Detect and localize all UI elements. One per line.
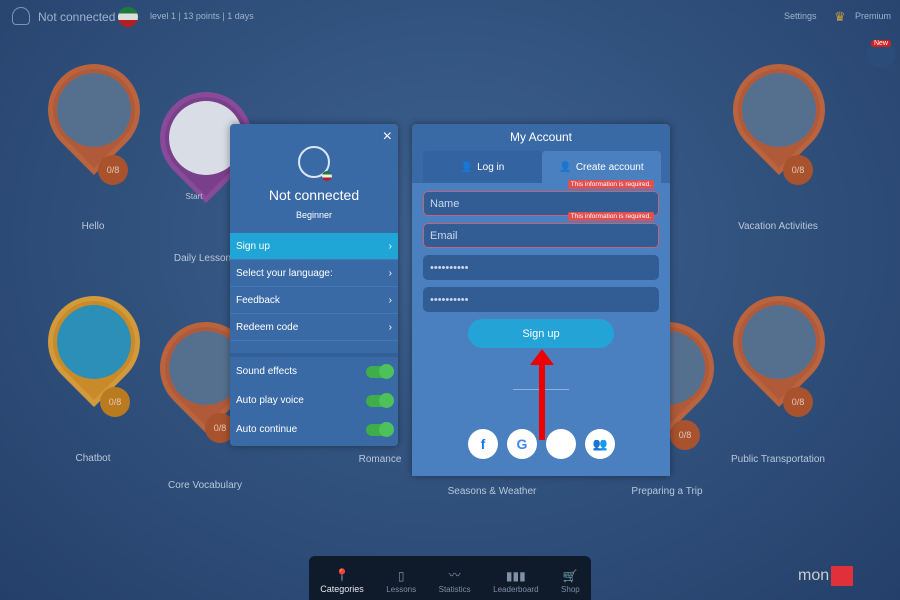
tab-create-account[interactable]: 👤 Create account — [542, 151, 661, 183]
email-error: This information is required. — [567, 212, 654, 221]
nav-lessons[interactable]: ▯ Lessons — [386, 569, 416, 594]
nav-statistics[interactable]: 〰 Statistics — [439, 566, 471, 594]
category-label: Chatbot — [75, 453, 111, 464]
lessons-icon: ▯ — [397, 569, 405, 583]
toggle-auto-play-voice: Auto play voice — [230, 386, 398, 415]
new-badge: New — [870, 40, 891, 47]
nav-categories[interactable]: 📍 Categories — [320, 568, 364, 594]
chevron-right-icon: › — [388, 321, 392, 333]
apple-icon[interactable] — [546, 429, 576, 459]
progress-badge: 0/8 — [783, 387, 813, 417]
bottom-nav: 📍 Categories ▯ Lessons 〰 Statistics ▮▮▮ Lead… — [309, 556, 591, 600]
toggle-switch[interactable] — [366, 392, 394, 408]
tab-log-in[interactable]: 👤 Log in — [423, 151, 542, 183]
user-icon: 👤 — [559, 161, 572, 173]
nav-label: Leaderboard — [493, 585, 539, 594]
menu-label: Sign up — [236, 240, 270, 252]
toggle-label: Auto continue — [236, 424, 298, 435]
logo-text: mon — [798, 567, 830, 585]
toggle-switch[interactable] — [366, 363, 394, 379]
nav-label: Statistics — [438, 585, 471, 594]
menu-item-language[interactable]: Select your language: › — [230, 260, 398, 287]
category-label: Preparing a Trip — [631, 486, 703, 497]
toggle-sound-effects: Sound effects — [230, 357, 398, 386]
login-user-icon: 👤 — [460, 161, 474, 173]
toggle-label: Auto play voice — [236, 395, 304, 406]
connection-status[interactable]: Not connected — [38, 10, 115, 24]
flag-icon — [322, 171, 332, 181]
confirm-password-input[interactable]: •••••••••• — [423, 287, 659, 312]
account-title: My Account — [509, 130, 573, 144]
chart-line-icon: 〰 — [448, 568, 461, 582]
category-label: Vacation Activities — [738, 221, 818, 232]
email-input[interactable]: Email — [423, 223, 659, 248]
name-error: This information is required. — [567, 180, 654, 189]
password-input[interactable]: •••••••••• — [423, 255, 659, 280]
top-bar: Not connected level 1 | 13 points | 1 da… — [0, 0, 900, 34]
red-arrow — [539, 355, 545, 440]
menu-item-feedback[interactable]: Feedback › — [230, 287, 398, 314]
account-panel: My Account 👤 Log in 👤 Create account This … — [412, 124, 670, 476]
menu-item-redeem[interactable]: Redeem code › — [230, 314, 398, 341]
settings-link[interactable]: Settings — [784, 11, 817, 21]
logo-mark — [831, 566, 854, 586]
toggle-label: Sound effects — [236, 366, 297, 377]
cart-icon: 🛒 — [562, 569, 578, 583]
nav-label: Lessons — [386, 585, 417, 594]
progress-badge: 0/8 — [783, 155, 813, 185]
progress-badge: 0/8 — [100, 387, 130, 417]
tab-label: Log in — [477, 161, 505, 173]
sign-up-button[interactable]: Sign up — [468, 319, 614, 348]
map-pin-icon: 📍 — [334, 568, 350, 582]
close-icon[interactable]: × — [383, 128, 392, 146]
chevron-right-icon: › — [388, 240, 392, 252]
language-flag-icon[interactable] — [118, 7, 138, 27]
category-label: Public Transportation — [731, 454, 825, 465]
menu-label: Feedback — [236, 294, 280, 306]
crown-icon: ♛ — [834, 9, 846, 24]
start-label[interactable]: Start — [164, 192, 224, 201]
progress-badge: 0/8 — [670, 420, 700, 450]
new-feature-button[interactable]: New — [866, 40, 896, 68]
chevron-right-icon: › — [388, 267, 392, 279]
nav-shop[interactable]: 🛒 Shop — [561, 569, 580, 594]
toggle-auto-continue: Auto continue — [230, 415, 398, 444]
profile-level: Beginner — [295, 210, 333, 220]
nav-label: Shop — [561, 585, 580, 594]
menu-label: Redeem code — [236, 321, 299, 333]
category-label: Hello — [81, 221, 105, 232]
toggle-switch[interactable] — [366, 421, 394, 437]
category-label: Core Vocabulary — [168, 480, 242, 491]
bar-chart-icon: ▮▮▮ — [505, 569, 526, 583]
google-icon[interactable]: G — [507, 429, 537, 459]
profile-panel: × Not connected Beginner Sign up › Select… — [230, 124, 398, 446]
nav-leaderboard[interactable]: ▮▮▮ Leaderboard — [493, 569, 538, 594]
nav-label: Categories — [320, 584, 364, 594]
user-icon[interactable] — [12, 7, 30, 25]
premium-link[interactable]: Premium — [855, 11, 891, 21]
progress-badge: 0/8 — [98, 155, 128, 185]
category-label: Seasons & Weather — [447, 486, 537, 497]
profile-title: Not connected — [268, 187, 360, 203]
facebook-icon[interactable]: f — [468, 429, 498, 459]
menu-label: Select your language: — [236, 267, 333, 279]
tab-label: Create account — [575, 161, 644, 173]
menu-item-sign-up[interactable]: Sign up › — [230, 233, 398, 260]
group-icon[interactable]: 👥 — [585, 429, 615, 459]
logo: mon — [798, 566, 854, 586]
user-stats: level 1 | 13 points | 1 days — [150, 11, 254, 21]
chevron-right-icon: › — [388, 294, 392, 306]
